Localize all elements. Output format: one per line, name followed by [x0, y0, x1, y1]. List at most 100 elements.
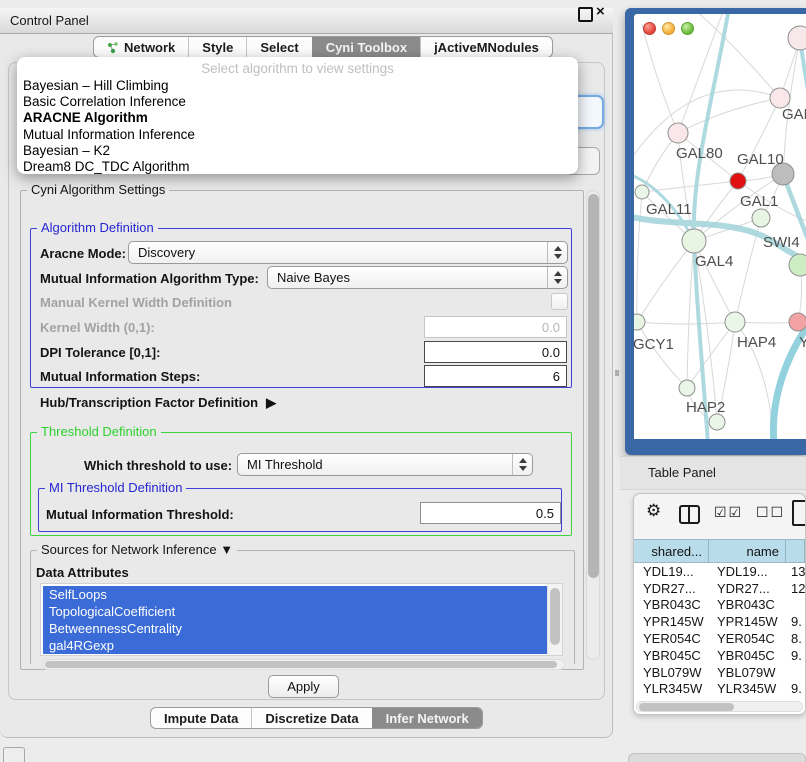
aracne-mode-select[interactable]: Discovery — [128, 241, 568, 264]
table-row[interactable]: YPR145WYPR145W9. — [634, 613, 805, 630]
algorithm-option[interactable]: Bayesian – Hill Climbing — [23, 78, 572, 94]
node-swi4[interactable] — [789, 254, 806, 276]
data-attributes-list[interactable]: SelfLoops TopologicalCoefficient Between… — [40, 583, 563, 656]
algorithm-dropdown-popup: Select algorithm to view settings Bayesi… — [17, 57, 578, 174]
stepper-arrows-icon — [547, 242, 567, 263]
node[interactable] — [788, 26, 806, 50]
node-gcy1[interactable] — [634, 314, 645, 330]
mi-threshold-field[interactable]: 0.5 — [420, 502, 561, 524]
collapsed-panel-icon[interactable] — [3, 747, 25, 762]
table-row[interactable]: YBR043CYBR043C — [634, 597, 805, 614]
column-header-shared[interactable]: shared... — [634, 540, 709, 562]
node-gal4[interactable] — [682, 229, 706, 253]
settings-gear-icon[interactable]: ⚙ — [646, 501, 661, 521]
network-node-labels: GAL GAL80 GAL10 GAL11 GAL1 SWI4 GAL4 GCY… — [634, 106, 806, 416]
node-gal80[interactable] — [668, 123, 688, 143]
node-gal1[interactable] — [752, 209, 770, 227]
svg-text:GAL1: GAL1 — [740, 193, 778, 210]
table-row[interactable]: YDR27...YDR27...12 — [634, 580, 805, 597]
list-item-selected[interactable]: TopologicalCoefficient — [43, 603, 552, 620]
algorithm-option[interactable]: Bayesian – K2 — [23, 143, 572, 159]
panel-resize-handle[interactable] — [615, 370, 619, 376]
apply-button[interactable]: Apply — [268, 675, 339, 698]
tab-label: Network — [124, 40, 175, 55]
settings-scrollbar-thumb[interactable] — [588, 194, 599, 578]
algorithm-popup-hint: Select algorithm to view settings — [17, 61, 578, 76]
node-gal11[interactable] — [635, 185, 649, 199]
network-canvas[interactable]: GAL GAL80 GAL10 GAL11 GAL1 SWI4 GAL4 GCY… — [634, 14, 806, 439]
mac-zoom-button[interactable] — [681, 22, 694, 35]
network-view-window: GAL GAL80 GAL10 GAL11 GAL1 SWI4 GAL4 GCY… — [625, 8, 806, 455]
column-view-icon[interactable] — [679, 505, 700, 524]
window-title: Control Panel — [10, 13, 89, 28]
svg-text:GCY1: GCY1 — [634, 336, 674, 353]
node-y[interactable] — [789, 313, 806, 331]
svg-text:HAP4: HAP4 — [737, 334, 776, 351]
table-panel-header: Table Panel — [620, 456, 806, 490]
tab-discretize-data[interactable]: Discretize Data — [251, 708, 371, 728]
which-threshold-select[interactable]: MI Threshold — [237, 453, 533, 476]
mac-close-button[interactable] — [643, 22, 656, 35]
tab-impute-data[interactable]: Impute Data — [151, 708, 251, 728]
list-item-selected[interactable]: gal4RGexp — [43, 637, 552, 654]
algorithm-option-selected[interactable]: ARACNE Algorithm — [23, 110, 572, 126]
mi-steps-field[interactable]: 6 — [424, 365, 567, 387]
sources-title: Sources for Network Inference — [41, 542, 217, 557]
tab-infer-network[interactable]: Infer Network — [372, 708, 482, 728]
table-row[interactable]: YBL079WYBL079W — [634, 664, 805, 681]
close-icon[interactable]: × — [596, 3, 605, 20]
document-icon[interactable] — [792, 500, 806, 526]
which-threshold-value: MI Threshold — [247, 457, 323, 472]
tab-label: Infer Network — [386, 711, 469, 726]
table-hscrollbar-thumb[interactable] — [639, 703, 734, 711]
select-all-checkboxes-icon[interactable]: ☑☑ — [714, 504, 743, 521]
node[interactable] — [709, 414, 725, 430]
stepper-arrows-icon — [512, 454, 532, 475]
float-window-icon[interactable] — [578, 7, 593, 22]
mi-threshold-label: Mutual Information Threshold: — [46, 507, 234, 522]
table-panel-title: Table Panel — [648, 465, 716, 480]
tab-label: Impute Data — [164, 711, 238, 726]
tab-select[interactable]: Select — [246, 37, 311, 57]
table-hscrollbar-track[interactable] — [636, 701, 803, 712]
table-row[interactable]: YBR045CYBR045C9. — [634, 647, 805, 664]
tab-jactivemnodules[interactable]: jActiveMNodules — [420, 37, 552, 57]
node-gal10[interactable] — [730, 173, 746, 189]
list-item-selected[interactable]: SelfLoops — [43, 586, 552, 603]
list-item-selected[interactable]: BetweennessCentrality — [43, 620, 552, 637]
algorithm-option[interactable]: Mutual Information Inference — [23, 127, 572, 143]
table-header-row: shared... name — [634, 539, 805, 563]
settings-hscrollbar-thumb[interactable] — [45, 661, 557, 668]
table-row[interactable]: YDL19...YDL19...13 — [634, 563, 805, 580]
table-row[interactable]: YLR345WYLR345W9. — [634, 681, 805, 698]
mi-type-select[interactable]: Naive Bayes — [267, 266, 568, 289]
dpi-tolerance-field[interactable]: 0.0 — [424, 341, 567, 363]
tab-network[interactable]: Network — [94, 37, 188, 57]
list-scrollbar-track[interactable] — [547, 584, 562, 655]
network-graph: GAL GAL80 GAL10 GAL11 GAL1 SWI4 GAL4 GCY… — [634, 14, 806, 439]
sources-expander[interactable]: Sources for Network Inference ▼ — [37, 542, 237, 557]
hub-definition-expander[interactable]: Hub/Transcription Factor Definition▶ — [40, 395, 276, 411]
deselect-all-checkboxes-icon[interactable]: ☐☐ — [756, 504, 785, 521]
list-scrollbar-thumb[interactable] — [550, 588, 560, 645]
tab-style[interactable]: Style — [188, 37, 246, 57]
svg-text:GAL4: GAL4 — [695, 253, 733, 270]
node-gal[interactable] — [770, 88, 790, 108]
algorithm-option[interactable]: Basic Correlation Inference — [23, 94, 572, 110]
mi-type-value: Naive Bayes — [277, 270, 350, 285]
settings-scrollbar-track[interactable] — [586, 190, 600, 660]
algorithm-definition-title: Algorithm Definition — [37, 220, 158, 235]
column-header-name[interactable]: name — [709, 540, 786, 562]
node-hap4[interactable] — [725, 312, 745, 332]
algorithm-option[interactable]: Dream8 DC_TDC Algorithm — [23, 159, 572, 175]
settings-hscrollbar-track[interactable] — [42, 659, 565, 670]
tab-label: jActiveMNodules — [434, 40, 539, 55]
table-row[interactable]: YER054CYER054C8. — [634, 630, 805, 647]
tab-cyni-toolbox[interactable]: Cyni Toolbox — [312, 37, 420, 57]
manual-kernel-checkbox[interactable] — [551, 293, 568, 310]
svg-text:GAL80: GAL80 — [676, 145, 723, 162]
node-hap2[interactable] — [679, 380, 695, 396]
kernel-width-field[interactable]: 0.0 — [424, 316, 567, 338]
mac-minimize-button[interactable] — [662, 22, 675, 35]
column-header-partial[interactable] — [786, 540, 805, 562]
